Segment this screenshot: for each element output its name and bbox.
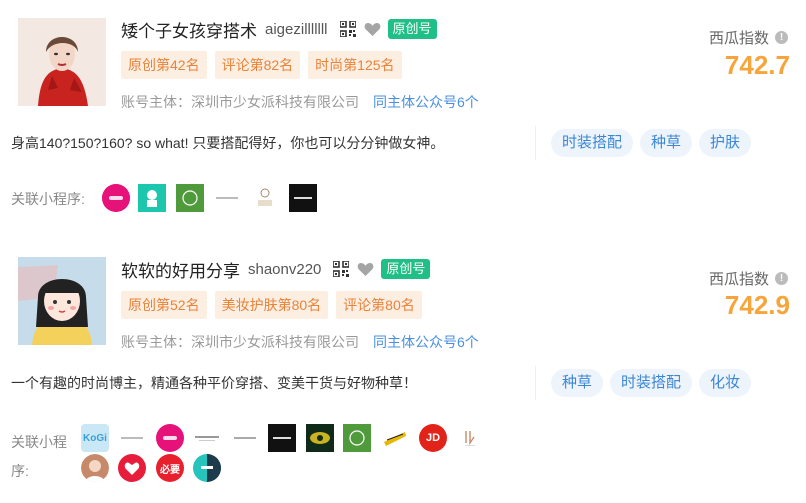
tag-list: 时装搭配 种草 护肤 <box>535 126 752 160</box>
favorite-heart-icon[interactable] <box>357 262 374 277</box>
mini-program-icon[interactable] <box>231 424 259 452</box>
account-id: aigezilllllll <box>265 20 328 38</box>
mini-program-icon[interactable] <box>81 454 109 482</box>
mini-program-icon[interactable] <box>213 184 241 212</box>
rank-badges: 原创第52名 美妆护肤第80名 评论第80名 <box>121 291 422 319</box>
mini-program-icon[interactable] <box>456 424 484 452</box>
same-entity-link[interactable]: 同主体公众号6个 <box>373 92 479 112</box>
same-entity-link[interactable]: 同主体公众号6个 <box>373 332 479 352</box>
entity-label: 账号主体：深圳市少女派科技有限公司 <box>121 334 359 350</box>
rank-badge: 原创第52名 <box>121 291 207 319</box>
tag[interactable]: 时装搭配 <box>551 129 634 157</box>
mini-program-icon[interactable] <box>251 184 279 212</box>
rank-badge: 评论第80名 <box>336 291 422 319</box>
mini-program-icon[interactable] <box>381 424 409 452</box>
tag[interactable]: 种草 <box>551 369 604 397</box>
account-card[interactable]: 矮个子女孩穿搭术 aigezilllllll 原创号 原创第42名 评论第82名… <box>0 0 806 240</box>
mini-program-icon[interactable] <box>102 184 130 212</box>
rank-badge: 评论第82名 <box>214 51 301 79</box>
info-icon[interactable]: ! <box>775 272 788 285</box>
qr-code-icon[interactable] <box>332 260 351 278</box>
info-icon[interactable]: ! <box>775 31 788 44</box>
entity-label: 账号主体：深圳市少女派科技有限公司 <box>121 94 359 110</box>
score-value: 742.9 <box>724 290 790 320</box>
mini-program-icon[interactable] <box>176 184 204 212</box>
tag-list: 种草 时装搭配 化妆 <box>535 366 752 400</box>
account-name[interactable]: 软软的好用分享 <box>121 257 240 282</box>
tag[interactable]: 种草 <box>640 129 693 157</box>
rank-badge: 原创第42名 <box>121 51 207 79</box>
mini-program-icon[interactable] <box>118 454 146 482</box>
mini-program-icon[interactable] <box>118 424 146 452</box>
rank-badge: 时尚第125名 <box>308 51 402 79</box>
account-name[interactable]: 矮个子女孩穿搭术 <box>121 17 257 42</box>
account-card[interactable]: 软软的好用分享 shaonv220 原创号 原创第52名 美妆护肤第80名 评论… <box>0 248 806 503</box>
score-value: 742.7 <box>724 50 790 80</box>
mini-program-icon[interactable] <box>193 454 221 482</box>
account-avatar[interactable] <box>18 18 106 106</box>
tag[interactable]: 化妆 <box>699 369 752 397</box>
mini-program-icon[interactable]: KoGi <box>81 424 109 452</box>
account-description: 身高140?150?160? so what! 只要搭配得好，你也可以分分钟做女… <box>11 135 445 151</box>
score-label: 西瓜指数 <box>708 30 769 47</box>
mini-program-icon[interactable] <box>289 184 317 212</box>
tag[interactable]: 护肤 <box>699 129 752 157</box>
mini-program-icon[interactable] <box>343 424 371 452</box>
mini-program-icon[interactable] <box>156 424 184 452</box>
mini-program-icon[interactable] <box>138 184 166 212</box>
account-id: shaonv220 <box>248 260 322 278</box>
score-label: 西瓜指数 <box>708 271 769 288</box>
mini-program-icon[interactable] <box>193 424 221 452</box>
tag[interactable]: 时装搭配 <box>610 369 693 397</box>
original-badge: 原创号 <box>387 19 437 39</box>
mini-programs-label: 关联小程序: <box>11 191 85 207</box>
mini-program-icon[interactable] <box>268 424 296 452</box>
qr-code-icon[interactable] <box>338 20 357 38</box>
rank-badges: 原创第42名 评论第82名 时尚第125名 <box>121 51 402 79</box>
rank-badge: 美妆护肤第80名 <box>214 291 329 319</box>
mini-program-icon[interactable]: 必要 <box>156 454 184 482</box>
account-avatar[interactable] <box>18 257 106 345</box>
account-description: 一个有趣的时尚博主，精通各种平价穿搭、变美干货与好物种草！ <box>11 375 417 391</box>
mini-programs-label: 关联小程 <box>11 434 67 450</box>
favorite-heart-icon[interactable] <box>364 22 381 37</box>
mini-program-icon[interactable]: JD <box>419 424 447 452</box>
mini-program-icon[interactable] <box>306 424 334 452</box>
mini-programs-label: 序: <box>11 463 29 479</box>
original-badge: 原创号 <box>381 259 431 279</box>
